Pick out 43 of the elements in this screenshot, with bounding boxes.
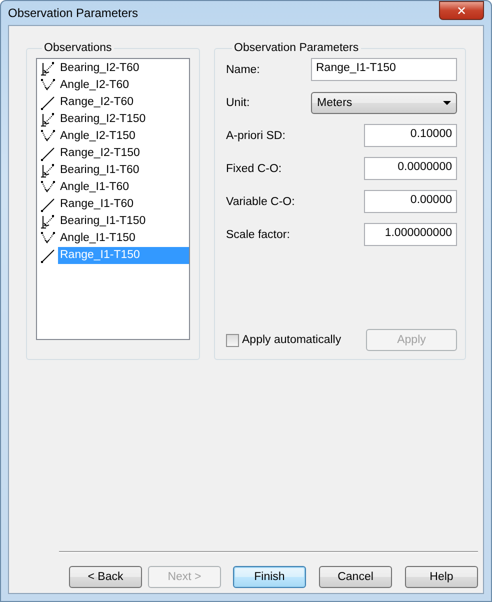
list-item[interactable]: Angle_I1-T60: [58, 179, 189, 196]
field-label: Unit:: [226, 96, 250, 108]
name-field[interactable]: Range_I1-T150: [311, 58, 457, 81]
window-title: Observation Parameters: [8, 6, 138, 20]
list-item[interactable]: Range_I2-T150: [58, 145, 189, 162]
list-item[interactable]: Angle_I2-T150: [58, 128, 189, 145]
group-title: Observation Parameters: [233, 42, 360, 54]
field-label: Name:: [226, 64, 260, 76]
observations-list[interactable]: Bearing_I2-T60 Angle_I2-T60 Range_I2-T60 Bearing_I2-T150 Angle_I2-T150 Range_I2-T150 Bearing_I1-T60 Angle_I1-T60 Range_I1-T60 Bearing_I1-T150 Angle_I1-T150 Range_I1-T150: [36, 58, 190, 340]
field-label: A-priori SD:: [226, 130, 286, 142]
line-icon: [40, 196, 56, 212]
group-title: Observations: [43, 42, 113, 54]
dialog-button[interactable]: Cancel: [319, 566, 392, 588]
unit-dropdown[interactable]: Meters: [311, 92, 457, 114]
list-item[interactable]: Range_I1-T60: [58, 196, 189, 213]
number-field[interactable]: 0.0000000: [364, 157, 457, 180]
dialog-button[interactable]: Help: [405, 566, 478, 588]
line-icon: [40, 146, 56, 162]
checkbox[interactable]: [226, 334, 239, 346]
bearing-icon: [40, 60, 56, 76]
dialog-button[interactable]: Finish: [233, 566, 306, 588]
list-item[interactable]: Bearing_I1-T60: [58, 162, 189, 179]
number-field[interactable]: 0.00000: [364, 190, 457, 213]
dialog-button[interactable]: < Back: [69, 566, 142, 588]
close-button[interactable]: ✕: [439, 1, 484, 20]
bearing-icon: [40, 112, 56, 128]
number-field[interactable]: 0.10000: [364, 124, 457, 147]
line-icon: [40, 248, 56, 264]
dropdown-arrow-icon: [443, 100, 451, 104]
field-label: Variable C-O:: [226, 196, 295, 208]
number-field[interactable]: 1.000000000: [364, 223, 457, 246]
list-item[interactable]: Bearing_I1-T150: [58, 213, 189, 230]
line-icon: [40, 94, 56, 110]
bearing-icon: [40, 214, 56, 230]
list-item[interactable]: Angle_I1-T150: [58, 230, 189, 247]
field-label: Scale factor:: [226, 228, 290, 240]
bearing-icon: [40, 162, 56, 178]
list-item[interactable]: Bearing_I2-T150: [58, 111, 189, 128]
checkbox-label[interactable]: Apply automatically: [242, 334, 342, 346]
field-label: Fixed C-O:: [226, 162, 282, 174]
list-item[interactable]: Bearing_I2-T60: [58, 60, 189, 77]
list-item[interactable]: Range_I2-T60: [58, 94, 189, 111]
list-item[interactable]: Angle_I2-T60: [58, 77, 189, 94]
